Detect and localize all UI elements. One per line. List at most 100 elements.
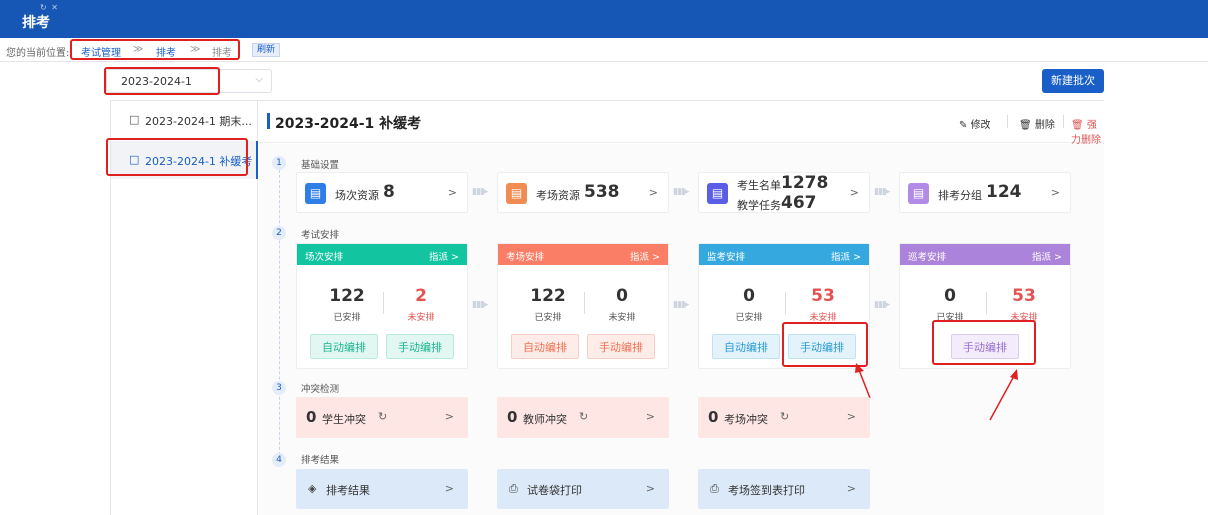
unarranged-count: 2	[415, 286, 427, 306]
chevron-right-icon: >	[846, 410, 856, 423]
resource-count: 467	[781, 193, 817, 213]
content-header: 2023-2024-1 补缓考 ✎ 修改 🗑 删除 🗑 强力删除	[259, 101, 1104, 146]
trash-icon: 🗑	[1071, 120, 1087, 131]
arrangement-card-sessions: 场次安排 指派 > 122 已安排 2 未安排 自动编排 手动编排	[296, 243, 468, 369]
result-label: 排考结果	[326, 484, 370, 497]
resource-label: 考生名单	[737, 179, 781, 192]
assign-link[interactable]: 指派 >	[1032, 249, 1062, 263]
unarranged-count: 0	[616, 286, 628, 306]
step-number: 1	[272, 156, 286, 170]
unarranged-count: 53	[811, 286, 835, 306]
chevron-down-icon: ⌵	[255, 74, 263, 85]
flow-arrow-icon: ▮▮▮▸	[472, 187, 488, 197]
card-title: 场次安排	[305, 252, 344, 263]
assign-link[interactable]: 指派 >	[429, 249, 459, 263]
conflict-card-rooms[interactable]: 0 考场冲突 ↻ >	[698, 397, 870, 438]
force-delete-button[interactable]: 🗑 强力删除	[1071, 116, 1104, 146]
flow-arrow-icon: ▮▮▮▸	[874, 300, 890, 310]
refresh-icon[interactable]: ↻	[579, 410, 588, 423]
result-label: 试卷袋打印	[527, 484, 582, 497]
page-title: 2023-2024-1 补缓考	[275, 116, 422, 132]
auto-schedule-button[interactable]: 自动编排	[310, 334, 378, 359]
card-header: 场次安排 指派 >	[297, 244, 467, 265]
unarranged-count: 53	[1012, 286, 1036, 306]
step-number: 4	[272, 453, 286, 467]
trash-icon: 🗑	[1019, 120, 1035, 131]
breadcrumb-prefix: 您的当前位置:	[6, 48, 70, 59]
conflict-label: 教师冲突	[523, 413, 567, 426]
ticket-icon: ▤	[908, 183, 929, 204]
resource-label: 考场资源	[536, 189, 580, 202]
arrangement-card-rooms: 考场安排 指派 > 122 已安排 0 未安排 自动编排 手动编排	[497, 243, 669, 369]
conflict-count: 0	[507, 408, 518, 426]
card-header: 巡考安排 指派 >	[900, 244, 1070, 265]
result-card-schedule[interactable]: ◈ 排考结果 >	[296, 469, 468, 509]
resource-card-sessions[interactable]: ▤ 场次资源 8 >	[296, 172, 468, 213]
resource-card-students[interactable]: ▤ 考生名单 1278 教学任务 467 >	[698, 172, 870, 213]
arranged-count: 0	[944, 286, 956, 306]
tab-refresh-close-icons[interactable]: ↻ ✕	[40, 3, 59, 12]
result-card-paper-bag-print[interactable]: ⎙ 试卷袋打印 >	[497, 469, 669, 509]
chevron-right-icon: >	[645, 482, 655, 495]
layers-icon: ◈	[308, 482, 317, 495]
step-title: 考试安排	[301, 230, 340, 241]
arranged-count: 0	[743, 286, 755, 306]
card-title: 考场安排	[506, 252, 545, 263]
resource-count: 124	[986, 182, 1022, 202]
resource-label: 场次资源	[335, 189, 379, 202]
step-title: 排考结果	[301, 455, 340, 466]
card-header: 监考安排 指派 >	[699, 244, 869, 265]
auto-schedule-button[interactable]: 自动编排	[712, 334, 780, 359]
refresh-icon[interactable]: ↻	[378, 410, 387, 423]
arranged-count: 122	[530, 286, 566, 306]
card-title: 巡考安排	[908, 252, 947, 263]
title-accent-bar	[267, 113, 270, 129]
step-connector-line	[279, 170, 280, 460]
edit-button[interactable]: ✎ 修改	[959, 116, 991, 131]
batch-select-highlight-box	[104, 67, 220, 95]
conflict-card-students[interactable]: 0 学生冲突 ↻ >	[296, 397, 468, 438]
auto-schedule-button[interactable]: 自动编排	[511, 334, 579, 359]
chevron-right-icon: >	[1050, 186, 1060, 199]
divider	[584, 292, 585, 314]
resource-count: 8	[383, 182, 395, 202]
divider	[785, 292, 786, 314]
chevron-right-icon: >	[444, 410, 454, 423]
flow-arrow-icon: ▮▮▮▸	[472, 300, 488, 310]
flow-arrow-icon: ▮▮▮▸	[673, 187, 689, 197]
arranged-label: 已安排	[735, 313, 763, 323]
conflict-card-teachers[interactable]: 0 教师冲突 ↻ >	[497, 397, 669, 438]
resource-card-groups[interactable]: ▤ 排考分组 124 >	[899, 172, 1071, 213]
manual-schedule-button[interactable]: 手动编排	[587, 334, 655, 359]
arranged-label: 已安排	[333, 313, 361, 323]
annotation-arrow-icon	[989, 369, 1018, 421]
sidebar-item-final-exam[interactable]: □ 2023-2024-1 期末...	[111, 101, 258, 139]
printer-icon: ⎙	[509, 482, 518, 495]
divider	[1063, 115, 1064, 128]
refresh-icon[interactable]: ↻	[780, 410, 789, 423]
refresh-button[interactable]: 刷新	[252, 43, 281, 57]
manual-schedule-button[interactable]: 手动编排	[386, 334, 454, 359]
ticket-icon: ▤	[707, 183, 728, 204]
arranged-label: 已安排	[534, 313, 562, 323]
bookmark-icon: □	[129, 113, 140, 126]
arranged-count: 122	[329, 286, 365, 306]
sidebar-item-label: 2023-2024-1 期末...	[145, 115, 252, 128]
conflict-label: 学生冲突	[322, 413, 366, 426]
delete-button[interactable]: 🗑 删除	[1019, 116, 1055, 131]
card-title: 监考安排	[707, 252, 746, 263]
result-card-signin-print[interactable]: ⎙ 考场签到表打印 >	[698, 469, 870, 509]
printer-icon: ⎙	[710, 482, 719, 495]
step-title: 冲突检测	[301, 384, 340, 395]
result-label: 考场签到表打印	[728, 484, 805, 497]
assign-link[interactable]: 指派 >	[630, 249, 660, 263]
unarranged-label: 未安排	[407, 313, 435, 323]
conflict-count: 0	[306, 408, 317, 426]
new-batch-button[interactable]: 新建批次	[1042, 69, 1104, 93]
assign-link[interactable]: 指派 >	[831, 249, 861, 263]
step-number: 3	[272, 381, 286, 395]
chevron-right-icon: >	[645, 410, 655, 423]
annotation-arrow-icon	[855, 363, 871, 399]
resource-card-rooms[interactable]: ▤ 考场资源 538 >	[497, 172, 669, 213]
manual-button-highlight-box	[932, 320, 1036, 365]
